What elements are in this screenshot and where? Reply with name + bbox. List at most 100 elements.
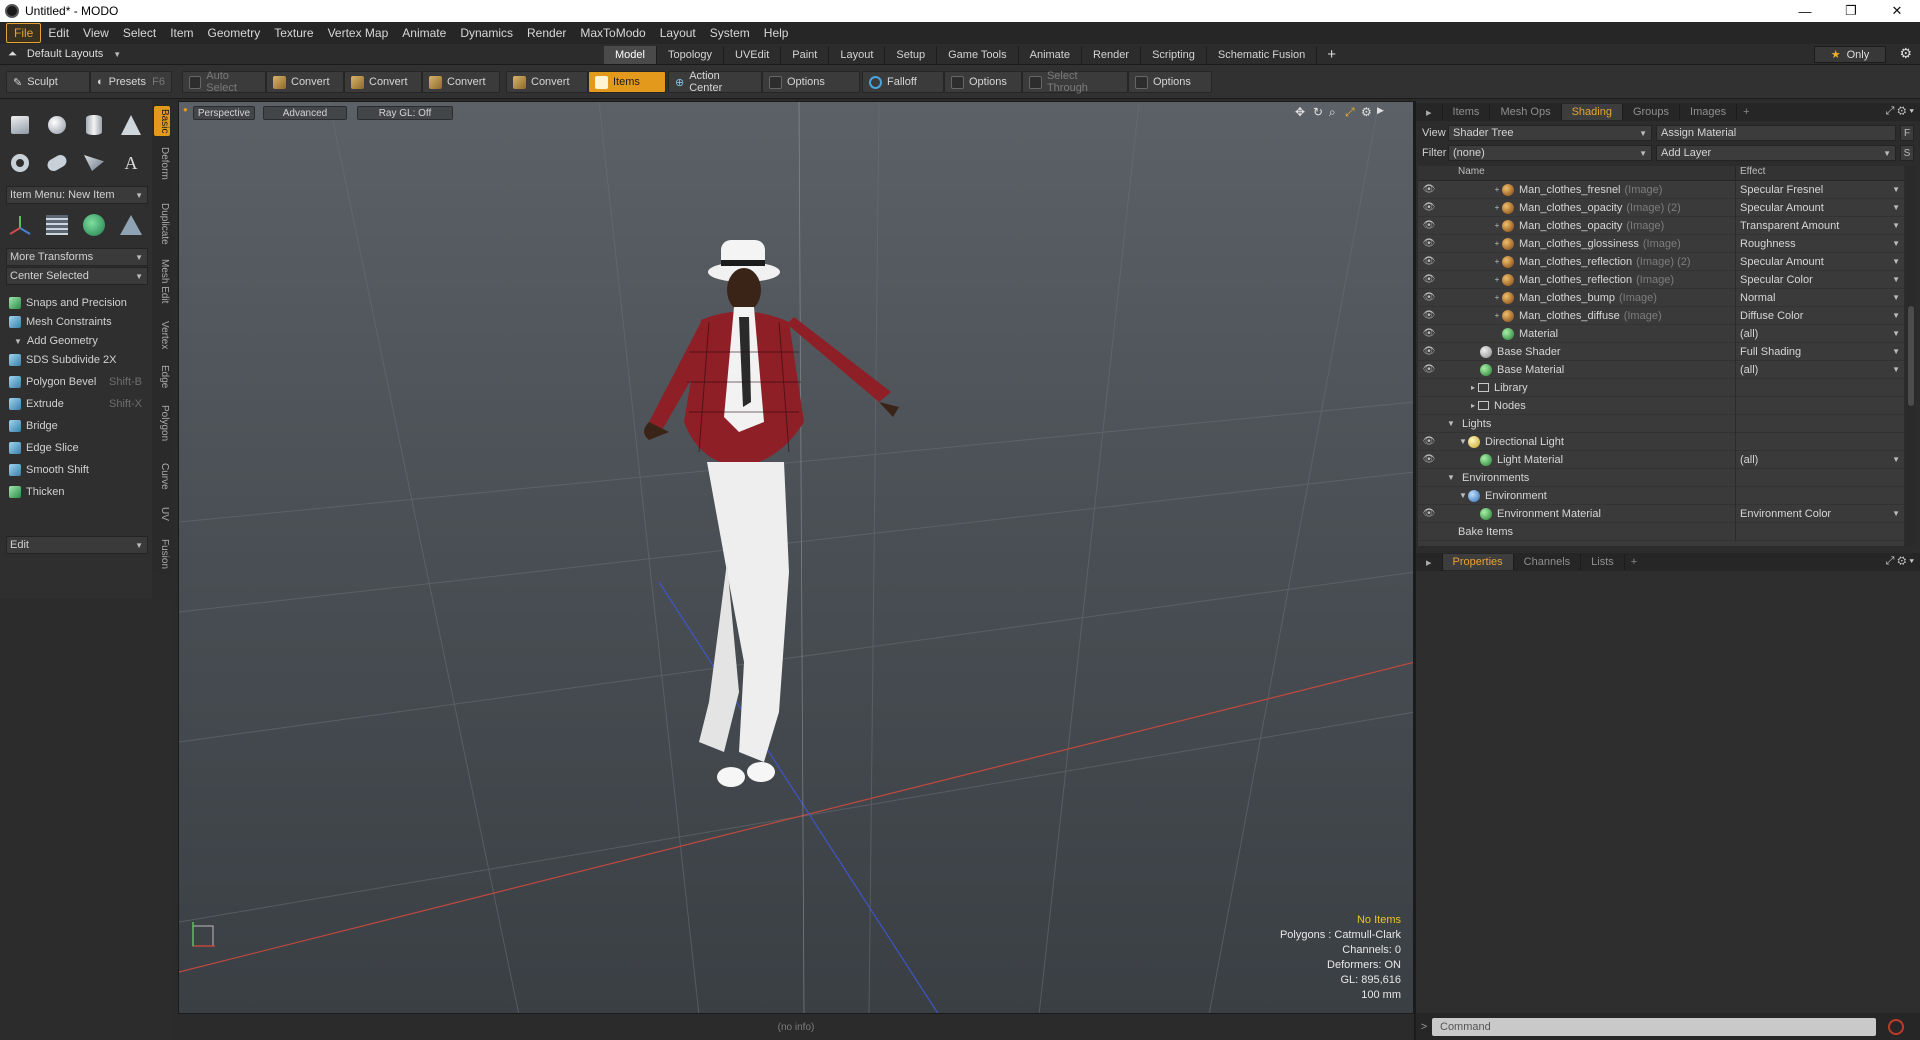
- expand-icon[interactable]: ▼: [1458, 437, 1468, 446]
- close-button[interactable]: ✕: [1874, 0, 1920, 22]
- side-tab-polygon[interactable]: Polygon: [154, 402, 170, 444]
- filter-dropdown[interactable]: (none) ▼: [1448, 145, 1652, 161]
- panel-expand-gear-icon[interactable]: ⤢ ⚙ ▾: [1886, 555, 1914, 568]
- side-tab-uv[interactable]: UV: [154, 504, 170, 524]
- shader-tree-scrollbar[interactable]: [1906, 166, 1916, 546]
- chevron-down-icon[interactable]: ▼: [1892, 203, 1900, 212]
- side-tab-edge[interactable]: Edge: [154, 362, 170, 391]
- shader-row[interactable]: 👁 + Man_clothes_reflection (Image) Specula…: [1418, 270, 1904, 289]
- name-column-header[interactable]: Name: [1440, 166, 1736, 180]
- menu-dynamics[interactable]: Dynamics: [453, 24, 520, 42]
- globe-icon[interactable]: [80, 211, 108, 239]
- falloff-button[interactable]: Falloff: [862, 71, 944, 93]
- rotate-icon[interactable]: ↻: [1313, 105, 1323, 119]
- eye-icon[interactable]: 👁: [1418, 364, 1440, 375]
- tab-game-tools[interactable]: Game Tools: [937, 45, 1019, 64]
- shader-row[interactable]: 👁 Base Shader Full Shading ▼: [1418, 342, 1904, 361]
- side-tab-fusion[interactable]: Fusion: [154, 536, 170, 572]
- eye-icon[interactable]: 👁: [1418, 328, 1440, 339]
- assign-material-button[interactable]: Assign Material: [1656, 125, 1896, 141]
- menu-maxtomodo[interactable]: MaxToModo: [573, 24, 652, 42]
- gear-icon[interactable]: ⚙: [1899, 45, 1912, 62]
- viewport-gear-icon[interactable]: ⚙: [1361, 105, 1372, 119]
- advanced-shading-dropdown[interactable]: Advanced: [263, 106, 347, 120]
- sphere-primitive-icon[interactable]: [43, 111, 71, 139]
- shader-row[interactable]: 👁 + Man_clothes_diffuse (Image) Diffuse Co…: [1418, 306, 1904, 325]
- select-options-button[interactable]: Options: [1128, 71, 1212, 93]
- tab-layout[interactable]: Layout: [829, 45, 886, 64]
- center-selected-dropdown[interactable]: Center Selected ▼: [6, 267, 148, 285]
- shader-row[interactable]: ▼ Lights: [1418, 414, 1904, 433]
- f-button[interactable]: F: [1900, 125, 1914, 141]
- menu-help[interactable]: Help: [757, 24, 796, 42]
- record-macro-icon[interactable]: [1888, 1018, 1904, 1035]
- select-through-button[interactable]: Select Through: [1022, 70, 1128, 94]
- menu-item[interactable]: Item: [163, 24, 200, 42]
- menu-select[interactable]: Select: [116, 24, 163, 42]
- chevron-down-icon[interactable]: ▼: [1892, 221, 1900, 230]
- convert-button-4[interactable]: Convert: [506, 71, 588, 93]
- shader-row[interactable]: 👁 + Man_clothes_glossiness (Image) Roughne…: [1418, 234, 1904, 253]
- layouts-dropdown[interactable]: ⏶ Default Layouts ▼: [0, 48, 140, 61]
- shader-row[interactable]: ▼ Environments: [1418, 468, 1904, 487]
- shader-row[interactable]: Bake Items: [1418, 522, 1904, 541]
- chevron-down-icon[interactable]: ▼: [1892, 365, 1900, 374]
- tab-scripting[interactable]: Scripting: [1141, 45, 1207, 64]
- expand-icon[interactable]: ▼: [1446, 419, 1456, 428]
- action-center-options-button[interactable]: Options: [762, 71, 860, 93]
- cone-primitive-icon[interactable]: [117, 111, 145, 139]
- tab-channels[interactable]: Channels: [1514, 554, 1582, 570]
- side-tab-vertex[interactable]: Vertex: [154, 318, 170, 352]
- bridge-button[interactable]: Bridge: [6, 417, 148, 435]
- menu-vertex-map[interactable]: Vertex Map: [321, 24, 396, 42]
- command-input[interactable]: Command: [1432, 1017, 1876, 1036]
- mesh-constraints-button[interactable]: Mesh Constraints: [6, 313, 148, 331]
- menu-edit[interactable]: Edit: [41, 24, 76, 42]
- eye-icon[interactable]: 👁: [1418, 274, 1440, 285]
- pen-tool-icon[interactable]: [80, 149, 108, 177]
- tab-paint[interactable]: Paint: [781, 45, 830, 64]
- menu-animate[interactable]: Animate: [395, 24, 453, 42]
- tab-lists[interactable]: Lists: [1581, 554, 1625, 570]
- eye-icon[interactable]: 👁: [1418, 292, 1440, 303]
- shader-row[interactable]: 👁 Light Material (all) ▼: [1418, 450, 1904, 469]
- text-tool-icon[interactable]: A: [117, 149, 145, 177]
- tab-uvedit[interactable]: UVEdit: [724, 45, 782, 64]
- pan-icon[interactable]: ✥: [1295, 105, 1305, 119]
- eye-icon[interactable]: 👁: [1418, 202, 1440, 213]
- convert-button-2[interactable]: Convert: [344, 71, 422, 93]
- edge-slice-button[interactable]: Edge Slice: [6, 439, 148, 457]
- capsule-primitive-icon[interactable]: [43, 149, 71, 177]
- chevron-down-icon[interactable]: ▼: [1892, 509, 1900, 518]
- eye-icon[interactable]: 👁: [1418, 436, 1440, 447]
- viewport-options-icon[interactable]: ●: [183, 105, 188, 114]
- tab-setup[interactable]: Setup: [885, 45, 938, 64]
- tab-render[interactable]: Render: [1082, 45, 1142, 64]
- tab-mesh-ops[interactable]: Mesh Ops: [1490, 104, 1562, 120]
- shader-row[interactable]: 👁 ▼ Directional Light: [1418, 432, 1904, 451]
- panel-menu-icon[interactable]: ▸: [1416, 103, 1443, 121]
- chevron-down-icon[interactable]: ▼: [1892, 185, 1900, 194]
- tab-groups[interactable]: Groups: [1623, 104, 1681, 120]
- chevron-down-icon[interactable]: ▼: [1892, 311, 1900, 320]
- polygon-bevel-button[interactable]: Polygon Bevel Shift-B: [6, 373, 148, 391]
- side-tab-mesh-edit[interactable]: Mesh Edit: [154, 256, 170, 306]
- eye-icon[interactable]: 👁: [1418, 220, 1440, 231]
- tab-topology[interactable]: Topology: [657, 45, 725, 64]
- falloff-options-button[interactable]: Options: [944, 71, 1022, 93]
- item-menu-dropdown[interactable]: Item Menu: New Item ▼: [6, 186, 148, 204]
- command-history-icon[interactable]: >: [1416, 1021, 1432, 1033]
- eye-icon[interactable]: 👁: [1418, 256, 1440, 267]
- grid-mesh-icon[interactable]: [43, 211, 71, 239]
- add-geometry-header[interactable]: ▼ Add Geometry: [6, 332, 148, 350]
- panel-menu-icon[interactable]: ▸: [1416, 553, 1443, 571]
- perspective-dropdown[interactable]: Perspective: [193, 106, 255, 120]
- shader-row[interactable]: 👁 + Man_clothes_reflection (Image) (2) Spe…: [1418, 252, 1904, 271]
- maximize-icon[interactable]: ⤢: [1345, 105, 1355, 120]
- menu-system[interactable]: System: [703, 24, 757, 42]
- shader-row[interactable]: ▸ Library: [1418, 378, 1904, 397]
- eye-icon[interactable]: 👁: [1418, 184, 1440, 195]
- shader-row[interactable]: 👁 + Man_clothes_bump (Image) Normal ▼: [1418, 288, 1904, 307]
- chevron-down-icon[interactable]: ▼: [1892, 455, 1900, 464]
- sculpt-button[interactable]: ✎ Sculpt: [6, 71, 90, 93]
